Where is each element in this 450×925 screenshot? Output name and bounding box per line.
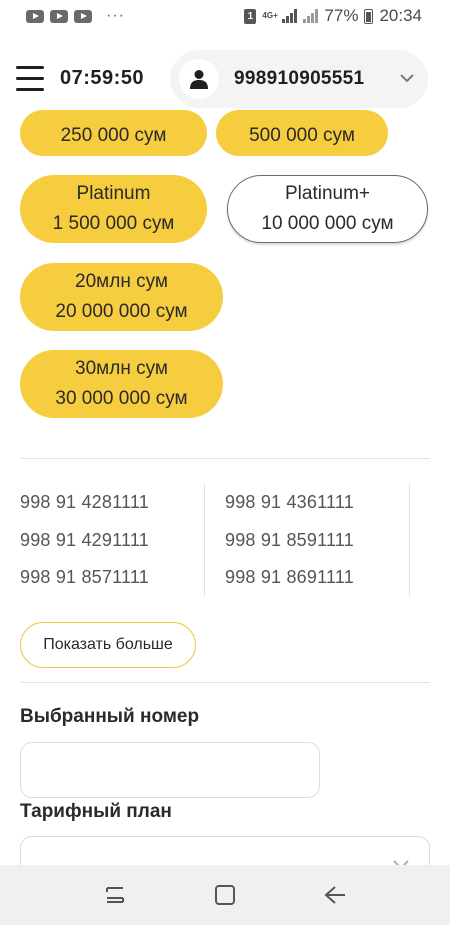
column-divider [409, 484, 410, 596]
tariff-price: 30 000 000 сум [55, 388, 188, 409]
tariff-chip[interactable]: 250 000 сум [20, 110, 207, 156]
system-nav-bar [0, 865, 450, 925]
tariff-chip-30mln[interactable]: 30млн сум 30 000 000 сум [20, 350, 223, 418]
column-divider [204, 484, 205, 596]
phone-number-option[interactable]: 998 91 4291111 [20, 530, 149, 551]
tariff-chip[interactable]: 500 000 сум [216, 110, 388, 156]
account-selector[interactable]: 998910905551 [170, 50, 428, 108]
tariff-plan-label: Тарифный план [20, 801, 172, 822]
selected-number-label: Выбранный номер [20, 706, 200, 727]
recent-apps-icon[interactable] [95, 875, 135, 915]
tariff-name: Platinum+ [284, 183, 371, 204]
show-more-button[interactable]: Показать больше [20, 622, 196, 668]
phone-number-option[interactable]: 998 91 4281111 [20, 492, 149, 513]
selected-number-input[interactable] [20, 742, 320, 798]
system-icons: 1 4G+ 77% 20:34 [244, 6, 422, 26]
tariff-price: 1 500 000 сум [52, 213, 175, 234]
signal-icon-2 [303, 9, 319, 23]
phone-number-option[interactable]: 998 91 8591111 [225, 530, 354, 551]
home-icon[interactable] [205, 875, 245, 915]
tariff-name: Platinum [76, 183, 151, 204]
tariff-chip-platinum-plus[interactable]: Platinum+ 10 000 000 сум [227, 175, 428, 243]
back-icon[interactable] [315, 875, 355, 915]
tariff-name: 30млн сум [75, 358, 168, 379]
tariff-chip-platinum[interactable]: Platinum 1 500 000 сум [20, 175, 207, 243]
tariff-price: 10 000 000 сум [261, 213, 394, 234]
youtube-icon [26, 9, 44, 23]
notification-icons: ··· [26, 7, 125, 25]
signal-icon [282, 9, 298, 23]
clock: 20:34 [379, 6, 422, 25]
tariff-name: 20млн сум [75, 271, 168, 292]
divider [20, 458, 430, 459]
status-bar: ··· 1 4G+ 77% 20:34 [0, 0, 450, 32]
network-type: 4G+ [262, 11, 278, 20]
account-number: 998910905551 [234, 68, 365, 89]
tariff-price: 500 000 сум [249, 125, 355, 146]
youtube-icon [74, 9, 92, 23]
more-notifications-icon: ··· [106, 7, 125, 24]
youtube-icon [50, 9, 68, 23]
divider [20, 682, 430, 683]
tariff-price: 250 000 сум [60, 125, 167, 146]
menu-icon[interactable] [16, 66, 44, 92]
app-header: 07:59:50 998910905551 [0, 48, 450, 110]
phone-number-option[interactable]: 998 91 8571111 [20, 567, 149, 588]
phone-number-option[interactable]: 998 91 4361111 [225, 492, 354, 513]
phone-number-option[interactable]: 998 91 8691111 [225, 567, 354, 588]
user-icon [179, 59, 219, 99]
tariff-chip-20mln[interactable]: 20млн сум 20 000 000 сум [20, 263, 223, 331]
sim-icon: 1 [244, 8, 257, 24]
battery-percent: 77% [324, 6, 359, 25]
tariff-price: 20 000 000 сум [55, 301, 188, 322]
chevron-down-icon [400, 70, 414, 88]
battery-icon [364, 8, 374, 24]
session-timer: 07:59:50 [60, 67, 145, 89]
